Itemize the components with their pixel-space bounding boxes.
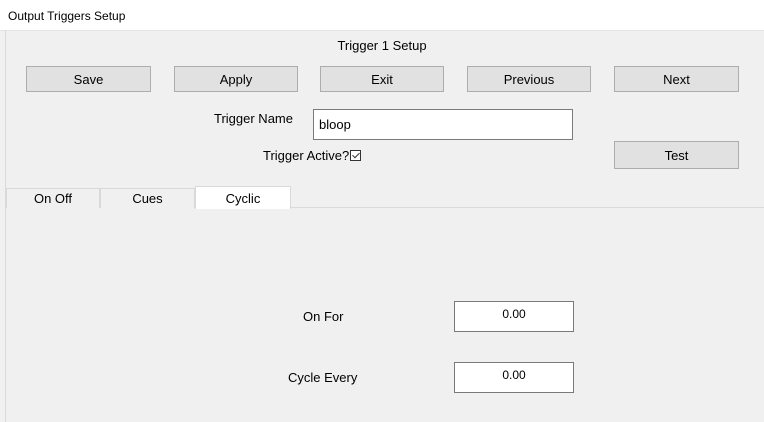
- tab-cues[interactable]: Cues: [100, 188, 195, 208]
- title-bar: Output Triggers Setup: [0, 0, 764, 31]
- previous-button[interactable]: Previous: [467, 66, 591, 92]
- next-button[interactable]: Next: [614, 66, 739, 92]
- test-button[interactable]: Test: [614, 141, 739, 169]
- tab-on-off[interactable]: On Off: [6, 188, 100, 208]
- trigger-name-label: Trigger Name: [214, 111, 293, 126]
- trigger-active-checkbox[interactable]: [350, 150, 362, 161]
- trigger-active-label: Trigger Active?: [263, 148, 350, 163]
- cycle-every-label: Cycle Every: [288, 370, 358, 385]
- trigger-active-row: Trigger Active?: [263, 148, 362, 163]
- on-for-field[interactable]: 0.00: [454, 301, 574, 332]
- tab-label: Cues: [132, 191, 163, 206]
- trigger-name-value: bloop: [319, 117, 351, 132]
- cycle-every-field[interactable]: 0.00: [454, 362, 574, 393]
- window-title: Output Triggers Setup: [8, 9, 126, 23]
- tab-label: On Off: [33, 191, 73, 206]
- tab-strip: On Off Cues Cyclic: [6, 186, 764, 209]
- trigger-name-field[interactable]: bloop: [313, 109, 573, 140]
- page-title: Trigger 1 Setup: [337, 38, 427, 53]
- exit-button[interactable]: Exit: [320, 66, 444, 92]
- save-button[interactable]: Save: [26, 66, 151, 92]
- cycle-every-value: 0.00: [502, 368, 526, 382]
- on-for-value: 0.00: [502, 307, 526, 321]
- on-for-label: On For: [303, 309, 344, 324]
- tab-label: Cyclic: [225, 190, 261, 206]
- apply-button[interactable]: Apply: [174, 66, 298, 92]
- tab-cyclic[interactable]: Cyclic: [195, 186, 291, 209]
- window-left-border: [5, 30, 6, 422]
